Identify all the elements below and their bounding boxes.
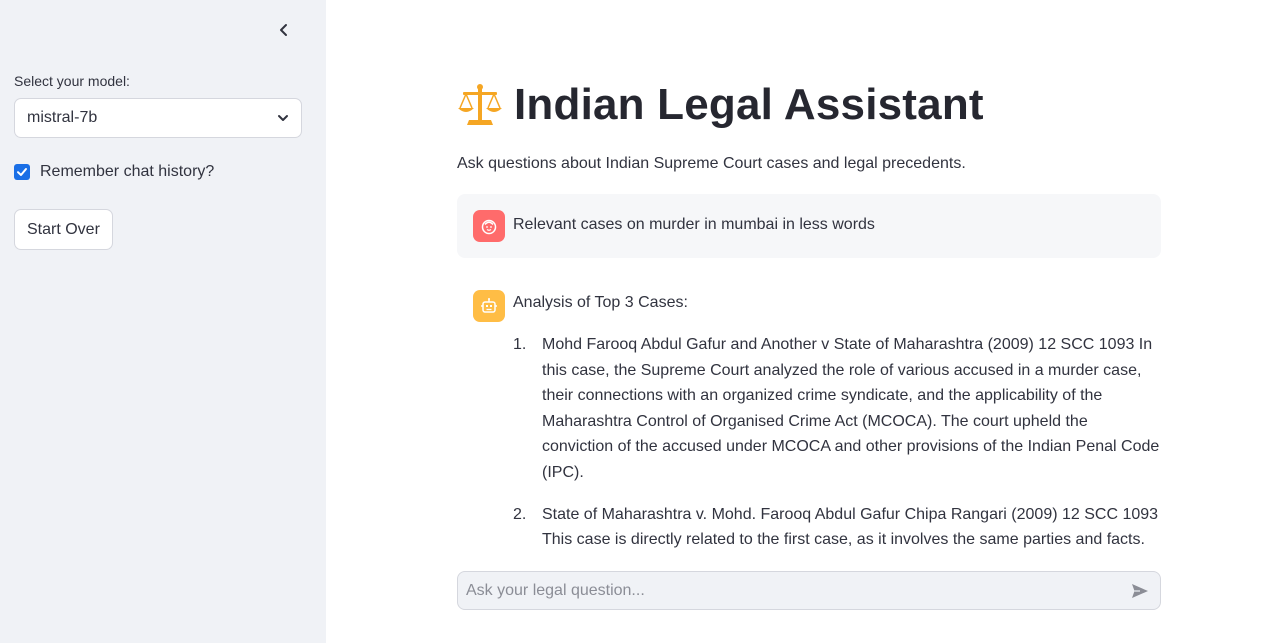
- assistant-avatar: [473, 290, 505, 322]
- list-item-text: State of Maharashtra v. Mohd. Farooq Abd…: [542, 505, 1159, 549]
- list-item-number: 2.: [513, 505, 527, 523]
- robot-icon: [481, 298, 497, 313]
- assistant-message: Analysis of Top 3 Cases: 1. Mohd Farooq …: [457, 282, 1161, 562]
- chevron-down-icon: [278, 115, 288, 121]
- page-header: Indian Legal Assistant: [457, 80, 984, 130]
- main-content: Indian Legal Assistant Ask questions abo…: [326, 0, 1266, 643]
- page-subtitle: Ask questions about Indian Supreme Court…: [457, 155, 966, 172]
- send-icon: [1132, 583, 1148, 598]
- user-message: Relevant cases on murder in mumbai in le…: [457, 194, 1161, 258]
- assistant-intro-text: Analysis of Top 3 Cases:: [513, 294, 688, 311]
- chevron-left-icon: [280, 24, 287, 36]
- chat-input-bar: [457, 571, 1161, 610]
- page-title: Indian Legal Assistant: [514, 80, 984, 129]
- chat-input[interactable]: [458, 572, 1120, 609]
- remember-history-toggle[interactable]: Remember chat history?: [14, 163, 214, 181]
- remember-history-checkbox[interactable]: [14, 164, 30, 180]
- sidebar: Select your model: mistral-7b Remember c…: [0, 0, 326, 643]
- start-over-button[interactable]: Start Over: [14, 209, 113, 250]
- user-avatar: [473, 210, 505, 242]
- list-item-text: Mohd Farooq Abdul Gafur and Another v St…: [542, 336, 1160, 481]
- user-face-icon: [481, 219, 497, 235]
- model-select-value: mistral-7b: [27, 109, 98, 126]
- user-message-text: Relevant cases on murder in mumbai in le…: [513, 216, 875, 233]
- list-item: 1. Mohd Farooq Abdul Gafur and Another v…: [513, 332, 1161, 486]
- checkmark-icon: [17, 168, 27, 176]
- remember-history-label: Remember chat history?: [40, 163, 215, 180]
- balance-scale-icon: [458, 84, 502, 125]
- model-select-label: Select your model:: [14, 73, 130, 89]
- list-item-number: 1.: [513, 336, 527, 353]
- case-list: 1. Mohd Farooq Abdul Gafur and Another v…: [513, 332, 1161, 562]
- model-select[interactable]: mistral-7b: [14, 98, 302, 138]
- collapse-sidebar-button[interactable]: [272, 18, 296, 42]
- send-button[interactable]: [1120, 572, 1160, 609]
- list-item: 2. State of Maharashtra v. Mohd. Farooq …: [513, 502, 1161, 553]
